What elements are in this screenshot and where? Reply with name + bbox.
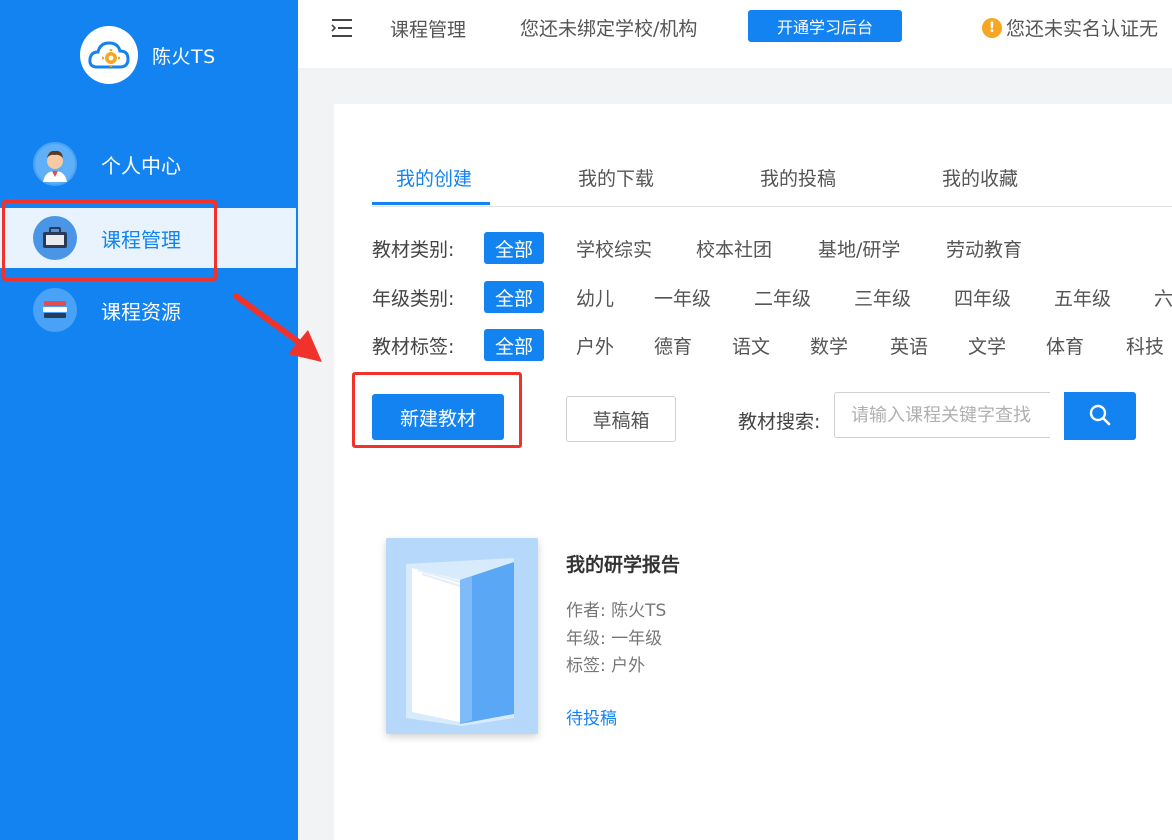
real-name-warning[interactable]: ! 您还未实名认证无 bbox=[982, 14, 1158, 41]
menu-toggle-icon[interactable] bbox=[330, 16, 354, 40]
content-card: 我的创建 我的下载 我的投稿 我的收藏 教材类别: 全部 学校综实 校本社团 基… bbox=[334, 104, 1172, 840]
breadcrumb: 课程管理 bbox=[390, 19, 467, 41]
filter-option[interactable]: 全部 bbox=[484, 281, 545, 313]
sidebar-item-personal-center[interactable]: 个人中心 bbox=[0, 134, 296, 194]
annotation-highlight-box bbox=[2, 200, 217, 281]
filter-grade-type: 年级类别: 全部 幼儿 一年级 二年级 三年级 四年级 五年级 六 bbox=[372, 281, 1172, 313]
sidebar-item-label: 个人中心 bbox=[101, 153, 181, 178]
material-status-link[interactable]: 待投稿 bbox=[566, 704, 617, 729]
filter-option[interactable]: 英语 bbox=[890, 332, 928, 359]
filter-label: 教材标签: bbox=[372, 336, 455, 358]
filter-option[interactable]: 全部 bbox=[484, 232, 545, 264]
tab-my-downloads[interactable]: 我的下载 bbox=[578, 164, 654, 191]
brand-name: 陈火TS bbox=[152, 45, 216, 68]
search-input[interactable] bbox=[834, 392, 1050, 438]
warning-icon: ! bbox=[982, 17, 1002, 38]
filter-material-type: 教材类别: 全部 学校综实 校本社团 基地/研学 劳动教育 bbox=[372, 232, 1172, 264]
filter-option[interactable]: 幼儿 bbox=[576, 284, 614, 311]
filter-option[interactable]: 三年级 bbox=[854, 284, 911, 311]
filter-option[interactable]: 德育 bbox=[654, 332, 692, 359]
tab-my-created[interactable]: 我的创建 bbox=[396, 164, 472, 191]
material-author: 作者: 陈火TS bbox=[566, 601, 667, 621]
tab-my-favorites[interactable]: 我的收藏 bbox=[942, 164, 1018, 191]
filter-option[interactable]: 数学 bbox=[810, 332, 848, 359]
material-tag: 标签: 户外 bbox=[566, 656, 646, 676]
filter-option[interactable]: 体育 bbox=[1046, 332, 1084, 359]
material-card[interactable]: 我的研学报告 作者: 陈火TS 年级: 一年级 标签: 户外 待投稿 bbox=[386, 538, 886, 738]
filter-label: 年级类别: bbox=[372, 288, 455, 310]
search-label: 教材搜索: bbox=[738, 411, 821, 433]
filter-option[interactable]: 学校综实 bbox=[576, 235, 652, 262]
filter-option[interactable]: 语文 bbox=[732, 332, 770, 359]
filter-option[interactable]: 五年级 bbox=[1054, 284, 1111, 311]
tab-my-submissions[interactable]: 我的投稿 bbox=[760, 164, 836, 191]
brand: 陈火TS bbox=[80, 26, 216, 84]
cloud-gear-logo-icon bbox=[80, 26, 138, 84]
avatar-icon bbox=[33, 142, 77, 186]
filter-option[interactable]: 六 bbox=[1154, 284, 1172, 311]
filter-option[interactable]: 户外 bbox=[576, 332, 614, 359]
filter-label: 教材类别: bbox=[372, 239, 455, 261]
filter-option[interactable]: 科技 bbox=[1126, 332, 1164, 359]
filter-option[interactable]: 一年级 bbox=[654, 284, 711, 311]
filter-material-tag: 教材标签: 全部 户外 德育 语文 数学 英语 文学 体育 科技 bbox=[372, 329, 1172, 361]
filter-option[interactable]: 四年级 bbox=[954, 284, 1011, 311]
book-cover-icon bbox=[386, 538, 538, 734]
annotation-highlight-box bbox=[352, 372, 522, 448]
warning-text: 您还未实名认证无 bbox=[1006, 18, 1159, 40]
filter-option[interactable]: 校本社团 bbox=[696, 235, 772, 262]
filter-option[interactable]: 全部 bbox=[484, 329, 545, 361]
material-grade: 年级: 一年级 bbox=[566, 629, 663, 649]
open-learning-backend-button[interactable]: 开通学习后台 bbox=[748, 10, 902, 42]
filter-option[interactable]: 劳动教育 bbox=[946, 235, 1022, 262]
sidebar-item-label: 课程资源 bbox=[101, 299, 181, 324]
tab-bar: 我的创建 我的下载 我的投稿 我的收藏 bbox=[372, 164, 1172, 207]
filter-option[interactable]: 文学 bbox=[968, 332, 1006, 359]
books-icon bbox=[33, 288, 77, 332]
top-bar: 课程管理 您还未绑定学校/机构 开通学习后台 ! 您还未实名认证无 bbox=[298, 0, 1172, 68]
active-tab-indicator bbox=[372, 202, 490, 205]
drafts-button[interactable]: 草稿箱 bbox=[566, 396, 676, 442]
annotation-arrow-icon bbox=[233, 293, 322, 362]
filter-option[interactable]: 基地/研学 bbox=[818, 235, 900, 262]
material-title: 我的研学报告 bbox=[566, 554, 681, 576]
search-button[interactable] bbox=[1064, 392, 1136, 440]
sidebar: 陈火TS 个人中心 课程管理 课程资源 bbox=[0, 0, 298, 840]
filter-option[interactable]: 二年级 bbox=[754, 284, 811, 311]
search-icon bbox=[1089, 404, 1111, 429]
unbound-notice: 您还未绑定学校/机构 bbox=[520, 18, 698, 40]
